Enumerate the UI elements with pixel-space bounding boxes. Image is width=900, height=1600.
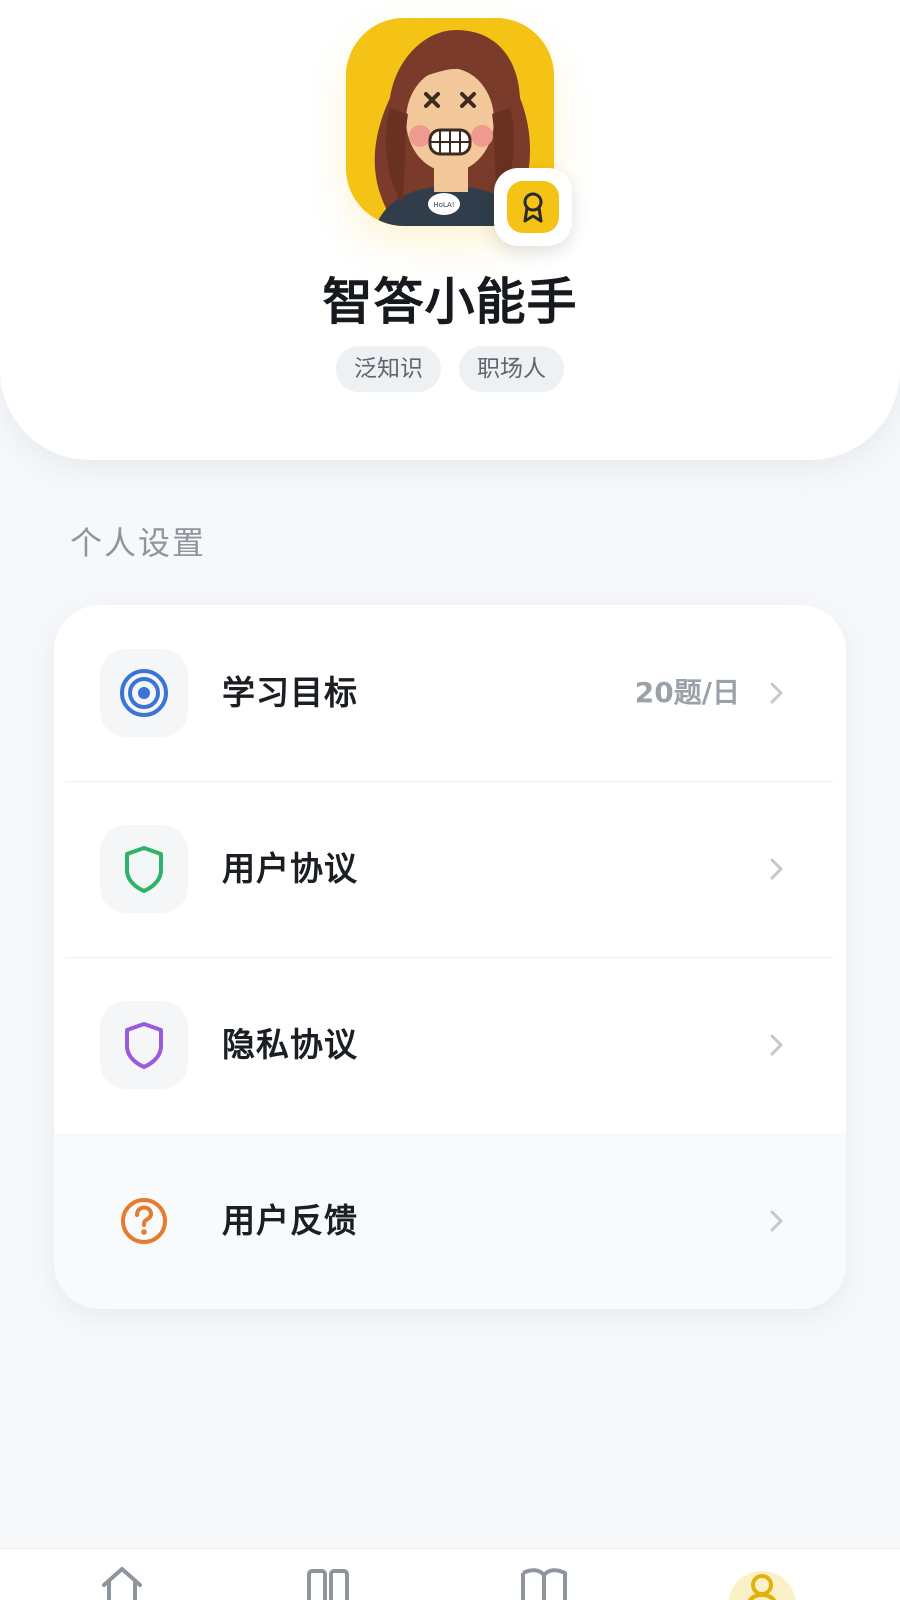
avatar-bubble-text: HoLA! [433,201,454,209]
profile-tag: 泛知识 [336,346,441,392]
nav-profile[interactable] [722,1549,802,1600]
grid-icon [307,1569,349,1600]
profile-page: HoLA! 智答小能手 泛知识 职场人 个人设置 学习目标 20题/日 用户协议… [0,0,900,1600]
settings-item-learning-goal[interactable]: 学习目标 20题/日 [54,605,846,781]
chevron-right-icon [770,1034,783,1056]
nav-home[interactable] [82,1549,162,1600]
shield-icon [100,825,188,913]
settings-item-label: 用户反馈 [222,1201,358,1240]
settings-item-label: 隐私协议 [222,1025,358,1064]
book-icon [521,1568,567,1600]
settings-item-feedback[interactable]: 用户反馈 [54,1133,846,1309]
profile-tags: 泛知识 职场人 [0,346,900,392]
settings-item-label: 学习目标 [222,673,358,712]
bottom-nav [0,1548,900,1600]
nav-grid[interactable] [288,1549,368,1600]
user-icon [747,1574,777,1600]
award-badge[interactable] [494,168,572,246]
settings-item-value: 20题/日 [634,676,740,709]
settings-item-privacy-policy[interactable]: 隐私协议 [54,957,846,1133]
section-title: 个人设置 [70,524,207,562]
chevron-right-icon [770,682,783,704]
chevron-right-icon [770,858,783,880]
nav-book[interactable] [504,1549,584,1600]
profile-name: 智答小能手 [322,273,578,331]
settings-list: 学习目标 20题/日 用户协议 隐私协议 用户反馈 [54,605,846,1309]
settings-item-label: 用户协议 [222,849,358,888]
question-circle-icon [100,1177,188,1265]
target-icon [100,649,188,737]
settings-item-user-agreement[interactable]: 用户协议 [54,781,846,957]
chevron-right-icon [770,1210,783,1232]
profile-tag: 职场人 [459,346,564,392]
award-ribbon-icon [507,181,559,233]
home-icon [102,1567,142,1600]
shield-icon [100,1001,188,1089]
